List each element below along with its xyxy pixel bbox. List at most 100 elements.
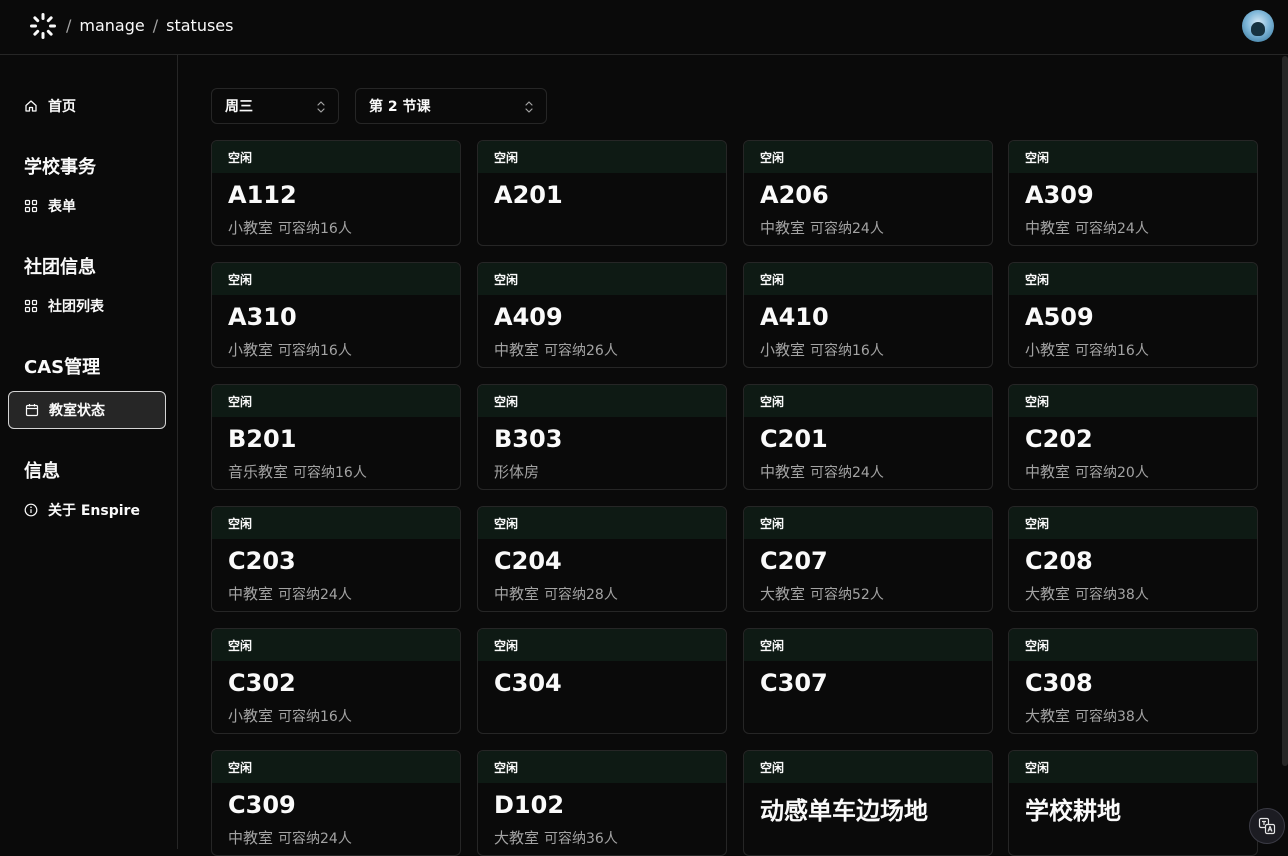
status-badge: 空闲: [1009, 263, 1257, 295]
status-badge: 空闲: [744, 141, 992, 173]
room-type: 中教室: [1025, 463, 1071, 481]
status-badge: 空闲: [478, 507, 726, 539]
sidebar-item-forms[interactable]: 表单: [8, 187, 166, 225]
room-card[interactable]: 空闲 A509 小教室 可容纳16人: [1008, 262, 1258, 368]
breadcrumb: / manage / statuses: [66, 16, 241, 36]
room-card[interactable]: 空闲 C204 中教室 可容纳28人: [477, 506, 727, 612]
room-capacity: 可容纳24人: [1075, 221, 1149, 237]
translate-icon: [1258, 817, 1276, 835]
room-meta: 大教室 可容纳52人: [760, 583, 884, 604]
grid-icon: [24, 199, 38, 213]
room-name: C204: [494, 547, 562, 575]
status-badge: 空闲: [1009, 507, 1257, 539]
room-type: 小教室: [228, 341, 274, 359]
room-card[interactable]: 空闲 B201 音乐教室 可容纳16人: [211, 384, 461, 490]
chevron-up-down-icon: [317, 101, 325, 113]
room-name: C207: [760, 547, 828, 575]
room-meta: 中教室 可容纳24人: [1025, 217, 1149, 238]
room-card[interactable]: 空闲 C308 大教室 可容纳38人: [1008, 628, 1258, 734]
room-meta: 小教室 可容纳16人: [228, 705, 352, 726]
room-meta: 音乐教室 可容纳16人: [228, 461, 367, 482]
room-type: 中教室: [228, 829, 274, 847]
room-name: D102: [494, 791, 565, 819]
room-meta: 大教室 可容纳38人: [1025, 705, 1149, 726]
room-card[interactable]: 空闲 C201 中教室 可容纳24人: [743, 384, 993, 490]
room-meta: 中教室 可容纳24人: [228, 583, 352, 604]
room-type: 中教室: [228, 585, 274, 603]
breadcrumb-item-manage[interactable]: manage: [79, 16, 144, 36]
room-card[interactable]: 空闲 C307: [743, 628, 993, 734]
grid-icon: [24, 299, 38, 313]
room-card[interactable]: 空闲 A112 小教室 可容纳16人: [211, 140, 461, 246]
room-type: 中教室: [760, 463, 806, 481]
period-select[interactable]: 第 2 节课: [355, 88, 547, 124]
room-card[interactable]: 空闲 C203 中教室 可容纳24人: [211, 506, 461, 612]
room-meta: 中教室 可容纳24人: [228, 827, 352, 848]
room-meta: 中教室 可容纳28人: [494, 583, 618, 604]
room-name: C208: [1025, 547, 1093, 575]
room-name: B201: [228, 425, 297, 453]
room-capacity: 可容纳24人: [278, 831, 352, 847]
sidebar-item-home[interactable]: 首页: [8, 87, 166, 125]
room-capacity: 可容纳26人: [544, 343, 618, 359]
status-badge: 空闲: [478, 263, 726, 295]
room-card[interactable]: 空闲 A310 小教室 可容纳16人: [211, 262, 461, 368]
status-badge: 空闲: [212, 507, 460, 539]
day-select[interactable]: 周三: [211, 88, 339, 124]
app-logo-icon[interactable]: [30, 13, 56, 39]
top-bar: / manage / statuses: [0, 0, 1288, 55]
room-name: A509: [1025, 303, 1094, 331]
room-capacity: 可容纳16人: [278, 221, 352, 237]
room-card[interactable]: 空闲 C304: [477, 628, 727, 734]
room-name: A309: [1025, 181, 1094, 209]
room-capacity: 可容纳24人: [278, 587, 352, 603]
room-capacity: 可容纳16人: [278, 343, 352, 359]
room-capacity: 可容纳16人: [278, 709, 352, 725]
room-card[interactable]: 空闲 C208 大教室 可容纳38人: [1008, 506, 1258, 612]
room-capacity: 可容纳16人: [810, 343, 884, 359]
sidebar-group-title: 信息: [24, 461, 60, 482]
room-name: C304: [494, 669, 562, 697]
room-card[interactable]: 空闲 C309 中教室 可容纳24人: [211, 750, 461, 856]
room-capacity: 可容纳24人: [810, 465, 884, 481]
room-meta: 形体房: [494, 461, 539, 482]
status-badge: 空闲: [744, 629, 992, 661]
room-type: 小教室: [1025, 341, 1071, 359]
room-card[interactable]: 空闲 学校耕地: [1008, 750, 1258, 856]
room-card[interactable]: 空闲 B303 形体房: [477, 384, 727, 490]
room-name: A201: [494, 181, 563, 209]
sidebar-item-classroom-status[interactable]: 教室状态: [8, 391, 166, 429]
day-select-value: 周三: [225, 99, 253, 115]
room-card[interactable]: 空闲 C302 小教室 可容纳16人: [211, 628, 461, 734]
room-card[interactable]: 空闲 A309 中教室 可容纳24人: [1008, 140, 1258, 246]
room-card[interactable]: 空闲 D102 大教室 可容纳36人: [477, 750, 727, 856]
room-type: 大教室: [494, 829, 540, 847]
room-card[interactable]: 空闲 A409 中教室 可容纳26人: [477, 262, 727, 368]
sidebar-group-title: CAS管理: [24, 357, 101, 378]
breadcrumb-item-statuses[interactable]: statuses: [166, 16, 233, 36]
room-card[interactable]: 空闲 A201: [477, 140, 727, 246]
room-name: C302: [228, 669, 296, 697]
status-badge: 空闲: [744, 751, 992, 783]
room-card[interactable]: 空闲 A410 小教室 可容纳16人: [743, 262, 993, 368]
status-badge: 空闲: [744, 263, 992, 295]
room-capacity: 可容纳16人: [1075, 343, 1149, 359]
room-card[interactable]: 空闲 C207 大教室 可容纳52人: [743, 506, 993, 612]
sidebar-item-label: 关于 Enspire: [48, 503, 140, 519]
translate-button[interactable]: [1249, 808, 1285, 844]
sidebar-item-club-list[interactable]: 社团列表: [8, 287, 166, 325]
room-name: A206: [760, 181, 829, 209]
room-card[interactable]: 空闲动感单车边场地: [743, 750, 993, 856]
user-avatar[interactable]: [1242, 10, 1274, 42]
room-capacity: 可容纳24人: [810, 221, 884, 237]
room-capacity: 可容纳38人: [1075, 587, 1149, 603]
scrollbar[interactable]: [1282, 56, 1288, 766]
room-type: 中教室: [1025, 219, 1071, 237]
room-card[interactable]: 空闲 C202 中教室 可容纳20人: [1008, 384, 1258, 490]
sidebar-item-about[interactable]: 关于 Enspire: [8, 491, 166, 529]
room-name: 动感单车边场地: [760, 797, 928, 825]
room-meta: 小教室 可容纳16人: [760, 339, 884, 360]
room-card[interactable]: 空闲 A206 中教室 可容纳24人: [743, 140, 993, 246]
period-select-value: 第 2 节课: [369, 99, 431, 115]
status-badge: 空闲: [1009, 751, 1257, 783]
